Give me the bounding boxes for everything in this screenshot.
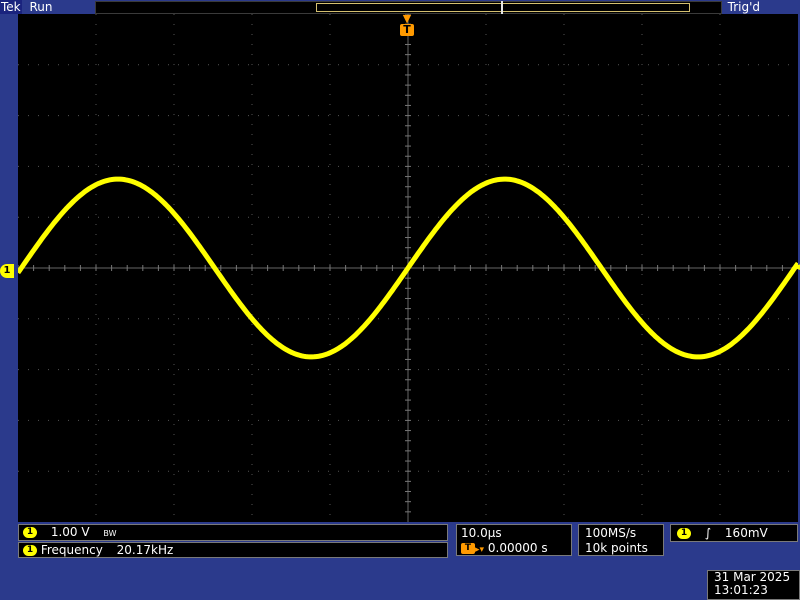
- timebase-readout[interactable]: 10.0µs T ▸▾ 0.00000 s: [456, 524, 572, 556]
- channel-1-scale-readout[interactable]: 1 1.00 V BW: [18, 524, 448, 541]
- brand-run-status: Tek Run: [0, 0, 52, 14]
- trigger-delay-arrow-icon: ▸▾: [475, 545, 485, 555]
- acquisition-readout[interactable]: 100MS/s 10k points: [578, 524, 664, 556]
- date-time-readout: 31 Mar 2025 13:01:23: [707, 570, 800, 600]
- trigger-source-badge: 1: [677, 528, 691, 539]
- trigger-readout[interactable]: 1 ∫ 160mV: [670, 524, 798, 542]
- trigger-status: Trig'd: [727, 0, 760, 14]
- frequency-measurement-readout[interactable]: 1 Frequency 20.17kHz: [18, 542, 448, 558]
- waveform-display[interactable]: [18, 14, 798, 522]
- status-bar: Tek Run Trig'd: [0, 0, 800, 15]
- trigger-position-icon: T: [461, 543, 475, 554]
- run-state: Run: [29, 0, 53, 14]
- trigger-position-marker[interactable]: ▼ T: [400, 13, 414, 36]
- measurement-source-badge: 1: [23, 545, 37, 556]
- channel-1-badge: 1: [23, 527, 37, 538]
- horizontal-position: 0.00000 s: [487, 541, 548, 555]
- trigger-t-icon: T: [400, 24, 414, 36]
- record-position-marker: [501, 1, 503, 15]
- channel-1-scale: 1.00 V: [50, 525, 90, 539]
- brand-logo: Tek: [0, 0, 22, 14]
- trigger-level: 160mV: [724, 526, 768, 540]
- bandwidth-limit-icon: BW: [103, 529, 117, 538]
- record-length: 10k points: [585, 541, 648, 555]
- graticule: [18, 14, 798, 522]
- trigger-level-arrow-icon[interactable]: ◄: [792, 260, 800, 274]
- rising-edge-icon: ∫: [704, 526, 712, 540]
- channel-1-ground-marker[interactable]: 1: [0, 264, 14, 278]
- sample-rate: 100MS/s: [585, 526, 637, 540]
- record-view-window[interactable]: [316, 3, 690, 12]
- measurement-label: Frequency: [40, 543, 103, 557]
- measurement-value: 20.17kHz: [116, 543, 174, 557]
- channel-1-marker-label: 1: [3, 265, 11, 276]
- time-per-div: 10.0µs: [461, 526, 502, 540]
- time: 13:01:23: [714, 583, 768, 597]
